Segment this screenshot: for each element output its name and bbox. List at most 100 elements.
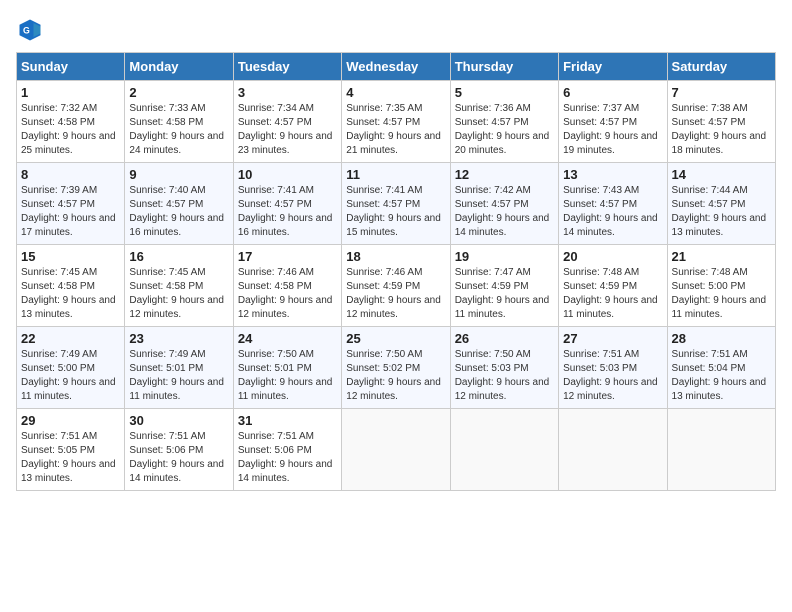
day-info: Sunrise: 7:39 AM Sunset: 4:57 PM Dayligh… xyxy=(21,184,120,240)
calendar-day-cell: 9 Sunrise: 7:40 AM Sunset: 4:57 PM Dayli… xyxy=(125,163,233,245)
calendar-day-cell: 10 Sunrise: 7:41 AM Sunset: 4:57 PM Dayl… xyxy=(233,163,341,245)
day-info: Sunrise: 7:41 AM Sunset: 4:57 PM Dayligh… xyxy=(238,184,337,240)
calendar-day-cell: 30 Sunrise: 7:51 AM Sunset: 5:06 PM Dayl… xyxy=(125,409,233,491)
day-info: Sunrise: 7:37 AM Sunset: 4:57 PM Dayligh… xyxy=(563,102,662,158)
calendar-day-cell: 14 Sunrise: 7:44 AM Sunset: 4:57 PM Dayl… xyxy=(667,163,775,245)
calendar-week-row: 8 Sunrise: 7:39 AM Sunset: 4:57 PM Dayli… xyxy=(17,163,776,245)
calendar-day-cell xyxy=(450,409,558,491)
calendar-day-cell xyxy=(667,409,775,491)
day-number: 14 xyxy=(672,167,771,182)
day-info: Sunrise: 7:51 AM Sunset: 5:04 PM Dayligh… xyxy=(672,348,771,404)
day-info: Sunrise: 7:51 AM Sunset: 5:06 PM Dayligh… xyxy=(238,430,337,486)
day-number: 3 xyxy=(238,85,337,100)
day-number: 30 xyxy=(129,413,228,428)
day-number: 8 xyxy=(21,167,120,182)
weekday-header: Friday xyxy=(559,53,667,81)
calendar-week-row: 1 Sunrise: 7:32 AM Sunset: 4:58 PM Dayli… xyxy=(17,81,776,163)
calendar-day-cell: 17 Sunrise: 7:46 AM Sunset: 4:58 PM Dayl… xyxy=(233,245,341,327)
logo: G xyxy=(16,16,48,44)
calendar-day-cell: 11 Sunrise: 7:41 AM Sunset: 4:57 PM Dayl… xyxy=(342,163,450,245)
day-info: Sunrise: 7:33 AM Sunset: 4:58 PM Dayligh… xyxy=(129,102,228,158)
calendar-day-cell: 29 Sunrise: 7:51 AM Sunset: 5:05 PM Dayl… xyxy=(17,409,125,491)
day-number: 26 xyxy=(455,331,554,346)
weekday-header: Wednesday xyxy=(342,53,450,81)
day-number: 11 xyxy=(346,167,445,182)
calendar-day-cell: 31 Sunrise: 7:51 AM Sunset: 5:06 PM Dayl… xyxy=(233,409,341,491)
day-info: Sunrise: 7:51 AM Sunset: 5:05 PM Dayligh… xyxy=(21,430,120,486)
calendar-day-cell xyxy=(559,409,667,491)
calendar-day-cell: 19 Sunrise: 7:47 AM Sunset: 4:59 PM Dayl… xyxy=(450,245,558,327)
day-info: Sunrise: 7:43 AM Sunset: 4:57 PM Dayligh… xyxy=(563,184,662,240)
day-info: Sunrise: 7:51 AM Sunset: 5:03 PM Dayligh… xyxy=(563,348,662,404)
day-info: Sunrise: 7:42 AM Sunset: 4:57 PM Dayligh… xyxy=(455,184,554,240)
day-info: Sunrise: 7:49 AM Sunset: 5:00 PM Dayligh… xyxy=(21,348,120,404)
day-number: 1 xyxy=(21,85,120,100)
day-info: Sunrise: 7:48 AM Sunset: 4:59 PM Dayligh… xyxy=(563,266,662,322)
day-info: Sunrise: 7:36 AM Sunset: 4:57 PM Dayligh… xyxy=(455,102,554,158)
weekday-header: Thursday xyxy=(450,53,558,81)
day-number: 6 xyxy=(563,85,662,100)
day-info: Sunrise: 7:51 AM Sunset: 5:06 PM Dayligh… xyxy=(129,430,228,486)
day-number: 9 xyxy=(129,167,228,182)
day-number: 23 xyxy=(129,331,228,346)
day-number: 18 xyxy=(346,249,445,264)
day-number: 25 xyxy=(346,331,445,346)
logo-icon: G xyxy=(16,16,44,44)
day-number: 15 xyxy=(21,249,120,264)
svg-text:G: G xyxy=(23,26,30,36)
day-info: Sunrise: 7:35 AM Sunset: 4:57 PM Dayligh… xyxy=(346,102,445,158)
calendar-day-cell: 7 Sunrise: 7:38 AM Sunset: 4:57 PM Dayli… xyxy=(667,81,775,163)
calendar-day-cell: 23 Sunrise: 7:49 AM Sunset: 5:01 PM Dayl… xyxy=(125,327,233,409)
weekday-header: Tuesday xyxy=(233,53,341,81)
day-info: Sunrise: 7:46 AM Sunset: 4:59 PM Dayligh… xyxy=(346,266,445,322)
day-number: 16 xyxy=(129,249,228,264)
calendar-day-cell: 18 Sunrise: 7:46 AM Sunset: 4:59 PM Dayl… xyxy=(342,245,450,327)
weekday-header: Sunday xyxy=(17,53,125,81)
calendar-day-cell: 8 Sunrise: 7:39 AM Sunset: 4:57 PM Dayli… xyxy=(17,163,125,245)
day-info: Sunrise: 7:34 AM Sunset: 4:57 PM Dayligh… xyxy=(238,102,337,158)
day-info: Sunrise: 7:32 AM Sunset: 4:58 PM Dayligh… xyxy=(21,102,120,158)
calendar-day-cell: 2 Sunrise: 7:33 AM Sunset: 4:58 PM Dayli… xyxy=(125,81,233,163)
day-info: Sunrise: 7:48 AM Sunset: 5:00 PM Dayligh… xyxy=(672,266,771,322)
day-info: Sunrise: 7:50 AM Sunset: 5:01 PM Dayligh… xyxy=(238,348,337,404)
calendar-day-cell: 27 Sunrise: 7:51 AM Sunset: 5:03 PM Dayl… xyxy=(559,327,667,409)
day-number: 20 xyxy=(563,249,662,264)
day-number: 5 xyxy=(455,85,554,100)
day-number: 28 xyxy=(672,331,771,346)
day-number: 4 xyxy=(346,85,445,100)
day-number: 22 xyxy=(21,331,120,346)
day-number: 19 xyxy=(455,249,554,264)
calendar-day-cell: 24 Sunrise: 7:50 AM Sunset: 5:01 PM Dayl… xyxy=(233,327,341,409)
calendar-day-cell: 13 Sunrise: 7:43 AM Sunset: 4:57 PM Dayl… xyxy=(559,163,667,245)
calendar-day-cell: 4 Sunrise: 7:35 AM Sunset: 4:57 PM Dayli… xyxy=(342,81,450,163)
day-number: 17 xyxy=(238,249,337,264)
calendar-table: SundayMondayTuesdayWednesdayThursdayFrid… xyxy=(16,52,776,491)
calendar-day-cell: 22 Sunrise: 7:49 AM Sunset: 5:00 PM Dayl… xyxy=(17,327,125,409)
day-info: Sunrise: 7:47 AM Sunset: 4:59 PM Dayligh… xyxy=(455,266,554,322)
day-number: 10 xyxy=(238,167,337,182)
day-number: 24 xyxy=(238,331,337,346)
day-number: 7 xyxy=(672,85,771,100)
calendar-day-cell: 6 Sunrise: 7:37 AM Sunset: 4:57 PM Dayli… xyxy=(559,81,667,163)
day-info: Sunrise: 7:45 AM Sunset: 4:58 PM Dayligh… xyxy=(21,266,120,322)
page-header: G xyxy=(16,16,776,44)
calendar-day-cell: 3 Sunrise: 7:34 AM Sunset: 4:57 PM Dayli… xyxy=(233,81,341,163)
calendar-week-row: 22 Sunrise: 7:49 AM Sunset: 5:00 PM Dayl… xyxy=(17,327,776,409)
day-info: Sunrise: 7:44 AM Sunset: 4:57 PM Dayligh… xyxy=(672,184,771,240)
calendar-day-cell: 20 Sunrise: 7:48 AM Sunset: 4:59 PM Dayl… xyxy=(559,245,667,327)
calendar-day-cell: 21 Sunrise: 7:48 AM Sunset: 5:00 PM Dayl… xyxy=(667,245,775,327)
calendar-day-cell: 1 Sunrise: 7:32 AM Sunset: 4:58 PM Dayli… xyxy=(17,81,125,163)
day-info: Sunrise: 7:38 AM Sunset: 4:57 PM Dayligh… xyxy=(672,102,771,158)
calendar-day-cell: 26 Sunrise: 7:50 AM Sunset: 5:03 PM Dayl… xyxy=(450,327,558,409)
day-info: Sunrise: 7:40 AM Sunset: 4:57 PM Dayligh… xyxy=(129,184,228,240)
day-info: Sunrise: 7:50 AM Sunset: 5:02 PM Dayligh… xyxy=(346,348,445,404)
day-number: 27 xyxy=(563,331,662,346)
calendar-day-cell: 16 Sunrise: 7:45 AM Sunset: 4:58 PM Dayl… xyxy=(125,245,233,327)
calendar-week-row: 15 Sunrise: 7:45 AM Sunset: 4:58 PM Dayl… xyxy=(17,245,776,327)
calendar-day-cell: 12 Sunrise: 7:42 AM Sunset: 4:57 PM Dayl… xyxy=(450,163,558,245)
day-number: 12 xyxy=(455,167,554,182)
weekday-header: Saturday xyxy=(667,53,775,81)
day-number: 31 xyxy=(238,413,337,428)
calendar-day-cell: 5 Sunrise: 7:36 AM Sunset: 4:57 PM Dayli… xyxy=(450,81,558,163)
day-info: Sunrise: 7:50 AM Sunset: 5:03 PM Dayligh… xyxy=(455,348,554,404)
